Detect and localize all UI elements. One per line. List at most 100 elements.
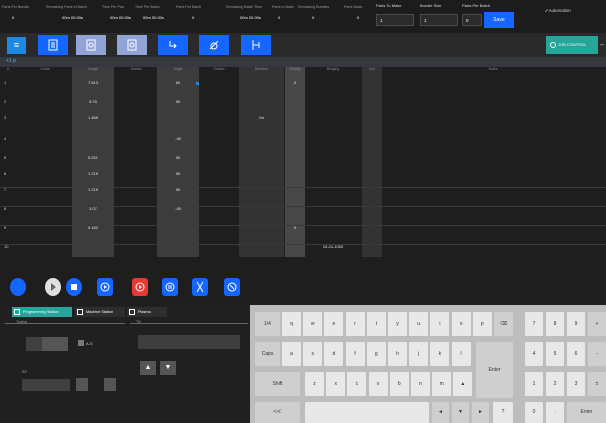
key-c[interactable]: c: [347, 372, 367, 396]
key-b[interactable]: b: [389, 372, 409, 396]
numpad-key-1[interactable]: 1: [525, 372, 543, 396]
numpad-key-4[interactable]: 4: [525, 342, 543, 366]
numpad-key-9[interactable]: 9: [567, 312, 585, 336]
numpad-key-.[interactable]: .: [546, 402, 564, 423]
cell-length[interactable]: 0.182: [72, 225, 114, 230]
numpad-key-5[interactable]: 5: [546, 342, 564, 366]
cell-length[interactable]: 1.469: [72, 115, 114, 120]
scissors-button[interactable]: [192, 278, 208, 296]
parts-to-make-input[interactable]: 1: [376, 14, 414, 26]
cell-angle[interactable]: 90: [157, 187, 199, 192]
key-e[interactable]: e: [324, 312, 344, 336]
program-button[interactable]: [38, 35, 68, 55]
step-forward-button[interactable]: [97, 278, 113, 296]
right-arrow-key[interactable]: ►: [472, 402, 489, 423]
shift-key[interactable]: Shift: [255, 372, 300, 396]
back-arrow-icon[interactable]: ←: [599, 33, 606, 57]
numpad-key-3[interactable]: 3: [567, 372, 585, 396]
numpad-key-±[interactable]: ±: [588, 372, 606, 396]
parts-per-batch-input[interactable]: 0: [462, 14, 482, 26]
numpad-key-2[interactable]: 2: [546, 372, 564, 396]
strip-tag[interactable]: +1 p: [6, 58, 16, 64]
cycle-button[interactable]: [10, 278, 26, 296]
cell-tooling[interactable]: 0: [285, 225, 305, 230]
key-v[interactable]: v: [368, 372, 388, 396]
cell-length[interactable]: 1.219: [72, 187, 114, 192]
key-l[interactable]: l: [451, 342, 471, 366]
numpad-key-6[interactable]: 6: [567, 342, 585, 366]
question-key[interactable]: ?: [493, 402, 513, 423]
key-x[interactable]: x: [326, 372, 346, 396]
cell-angle[interactable]: 90: [157, 171, 199, 176]
offset-button[interactable]: [199, 35, 229, 55]
key-m[interactable]: m: [432, 372, 452, 396]
tilt-select[interactable]: [138, 335, 240, 349]
job-control-button[interactable]: JOB CONTROL: [546, 36, 598, 54]
tool-alt-button[interactable]: [117, 35, 147, 55]
key-k[interactable]: k: [430, 342, 450, 366]
down-arrow-key[interactable]: ▼: [452, 402, 469, 423]
cell-length[interactable]: 3.07: [72, 206, 114, 211]
left-arrow-key[interactable]: ◄: [432, 402, 449, 423]
save-button[interactable]: Save: [484, 12, 514, 28]
key-d[interactable]: d: [324, 342, 344, 366]
backspace-key[interactable]: ⌫: [494, 312, 513, 336]
reset-button[interactable]: [224, 278, 240, 296]
bundle-size-input[interactable]: 1: [420, 14, 458, 26]
cell-direction[interactable]: On: [239, 115, 284, 120]
stop-button[interactable]: [66, 278, 82, 296]
enter-key[interactable]: Enter: [476, 342, 513, 398]
cell-bringing[interactable]: 15-24-1000: [306, 244, 360, 249]
numpad-key-+[interactable]: +: [588, 312, 606, 336]
numpad-key--[interactable]: -: [588, 342, 606, 366]
tooling-select[interactable]: [26, 337, 42, 351]
key-z[interactable]: z: [305, 372, 324, 396]
numpad-enter-key[interactable]: Enter: [567, 402, 606, 423]
key-p[interactable]: p: [472, 312, 492, 336]
grade-plus-button[interactable]: [104, 378, 116, 391]
grade-minus-button[interactable]: [76, 378, 88, 391]
numpad-key-0[interactable]: 0: [525, 402, 543, 423]
cell-tooling[interactable]: 0: [285, 80, 305, 85]
key-s[interactable]: s: [303, 342, 323, 366]
clamp-button[interactable]: [241, 35, 271, 55]
key-g[interactable]: g: [366, 342, 386, 366]
space-key[interactable]: [305, 402, 429, 423]
key-h[interactable]: h: [388, 342, 407, 366]
cell-length[interactable]: 7.813: [72, 80, 114, 85]
key-j[interactable]: j: [409, 342, 429, 366]
cell-angle[interactable]: -45: [157, 136, 199, 141]
cell-length[interactable]: 1.219: [72, 171, 114, 176]
cell-angle[interactable]: 30: [157, 155, 199, 160]
caps-key[interactable]: Caps: [255, 342, 280, 366]
tilt-down-button[interactable]: ▼: [160, 361, 176, 375]
grade-select[interactable]: [22, 379, 70, 391]
key-w[interactable]: w: [303, 312, 323, 336]
cell-length[interactable]: 8.75: [72, 99, 114, 104]
key-a[interactable]: a: [282, 342, 301, 366]
return-button[interactable]: [158, 35, 188, 55]
key-q[interactable]: q: [282, 312, 301, 336]
tab-machine-station[interactable]: Machine Station: [75, 307, 125, 317]
key-▲[interactable]: ▲: [453, 372, 473, 396]
key-1-4[interactable]: 1/4: [255, 312, 280, 336]
pause-button[interactable]: [162, 278, 178, 296]
key-f[interactable]: f: [345, 342, 365, 366]
tool-checkbox[interactable]: [78, 340, 84, 346]
key-u[interactable]: u: [409, 312, 429, 336]
key-t[interactable]: t: [366, 312, 386, 336]
symbols-key[interactable]: <>/.: [255, 402, 300, 423]
tab-plasma[interactable]: Plasma: [127, 307, 167, 317]
key-i[interactable]: i: [430, 312, 450, 336]
cell-angle[interactable]: 90: [157, 99, 199, 104]
cell-angle[interactable]: -45: [157, 206, 199, 211]
key-n[interactable]: n: [411, 372, 430, 396]
tab-programming-station[interactable]: Programming Station: [12, 307, 72, 317]
key-o[interactable]: o: [451, 312, 471, 336]
tilt-up-button[interactable]: ▲: [140, 361, 156, 375]
jog-button[interactable]: [132, 278, 148, 296]
cell-angle[interactable]: 60: [157, 80, 199, 85]
cell-length[interactable]: 5.531: [72, 155, 114, 160]
key-y[interactable]: y: [388, 312, 407, 336]
key-r[interactable]: r: [345, 312, 365, 336]
